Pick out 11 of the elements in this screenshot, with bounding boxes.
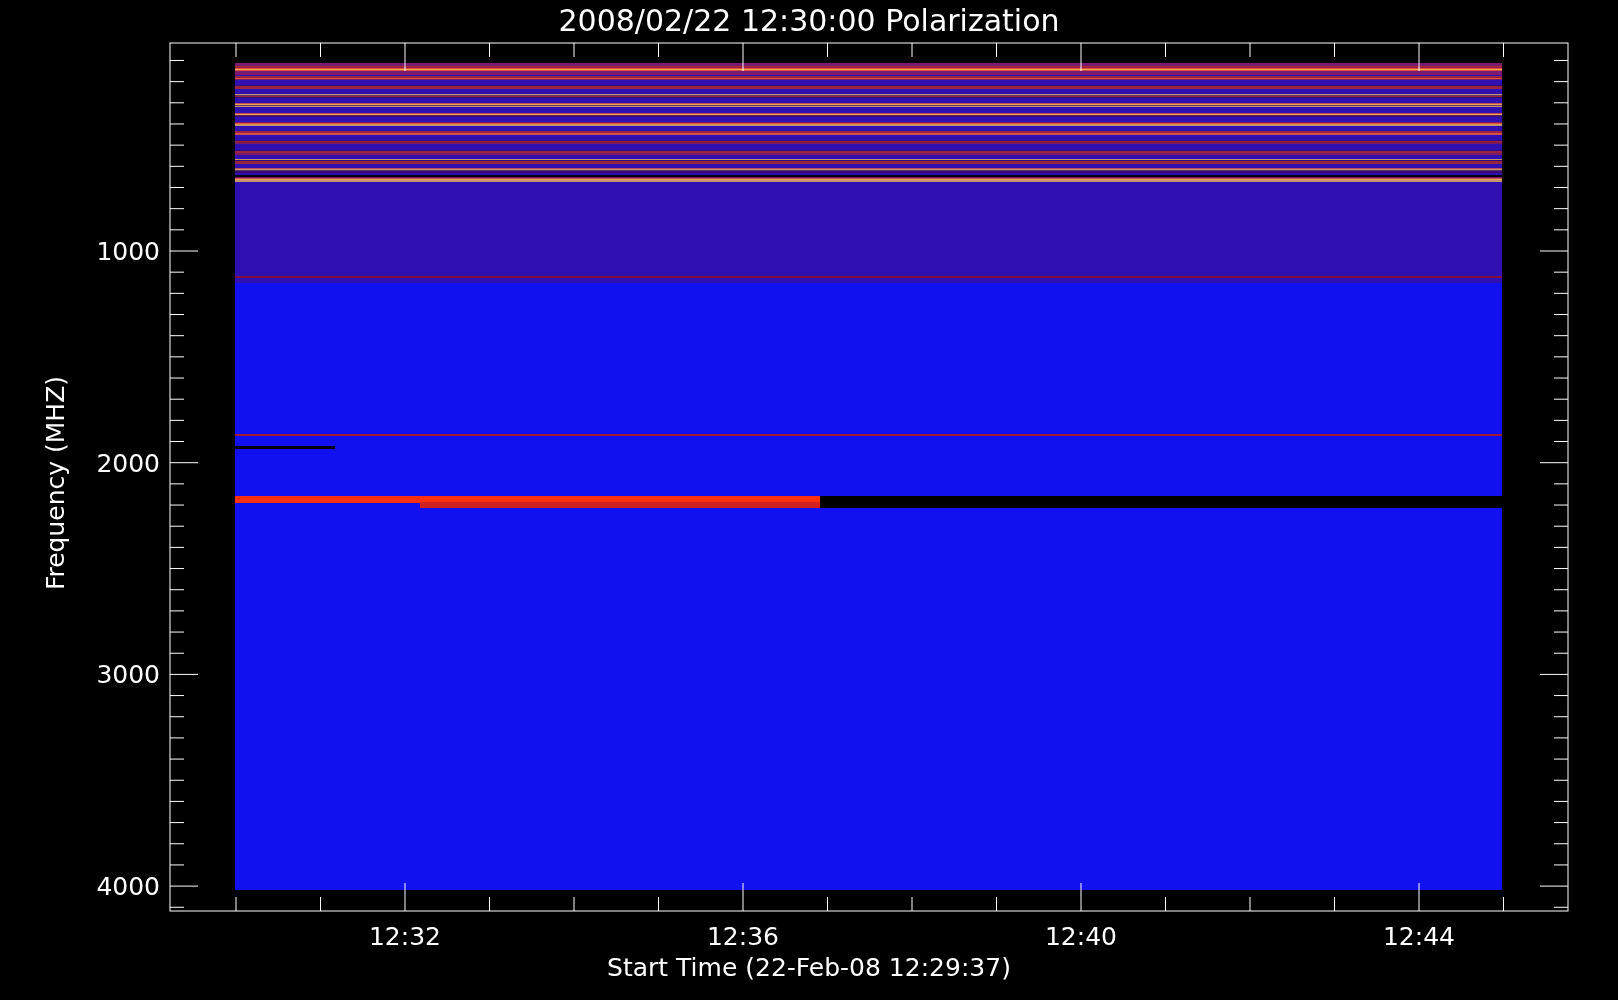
plot-title: 2008/02/22 12:30:00 Polarization (558, 3, 1060, 38)
tick-label: 12:32 (369, 922, 441, 951)
axis-label: Start Time (22-Feb-08 12:29:37) (607, 953, 1011, 982)
tick-label: 3000 (96, 660, 160, 690)
tick-label: 12:44 (1383, 922, 1455, 951)
tick-label: 2000 (96, 448, 160, 478)
tick-label: 4000 (96, 872, 160, 902)
tick-label: 12:40 (1045, 922, 1117, 951)
tick-label: 12:36 (707, 922, 779, 951)
tick-label: 1000 (96, 237, 160, 266)
axis-label: Frequency (MHZ) (41, 375, 70, 591)
